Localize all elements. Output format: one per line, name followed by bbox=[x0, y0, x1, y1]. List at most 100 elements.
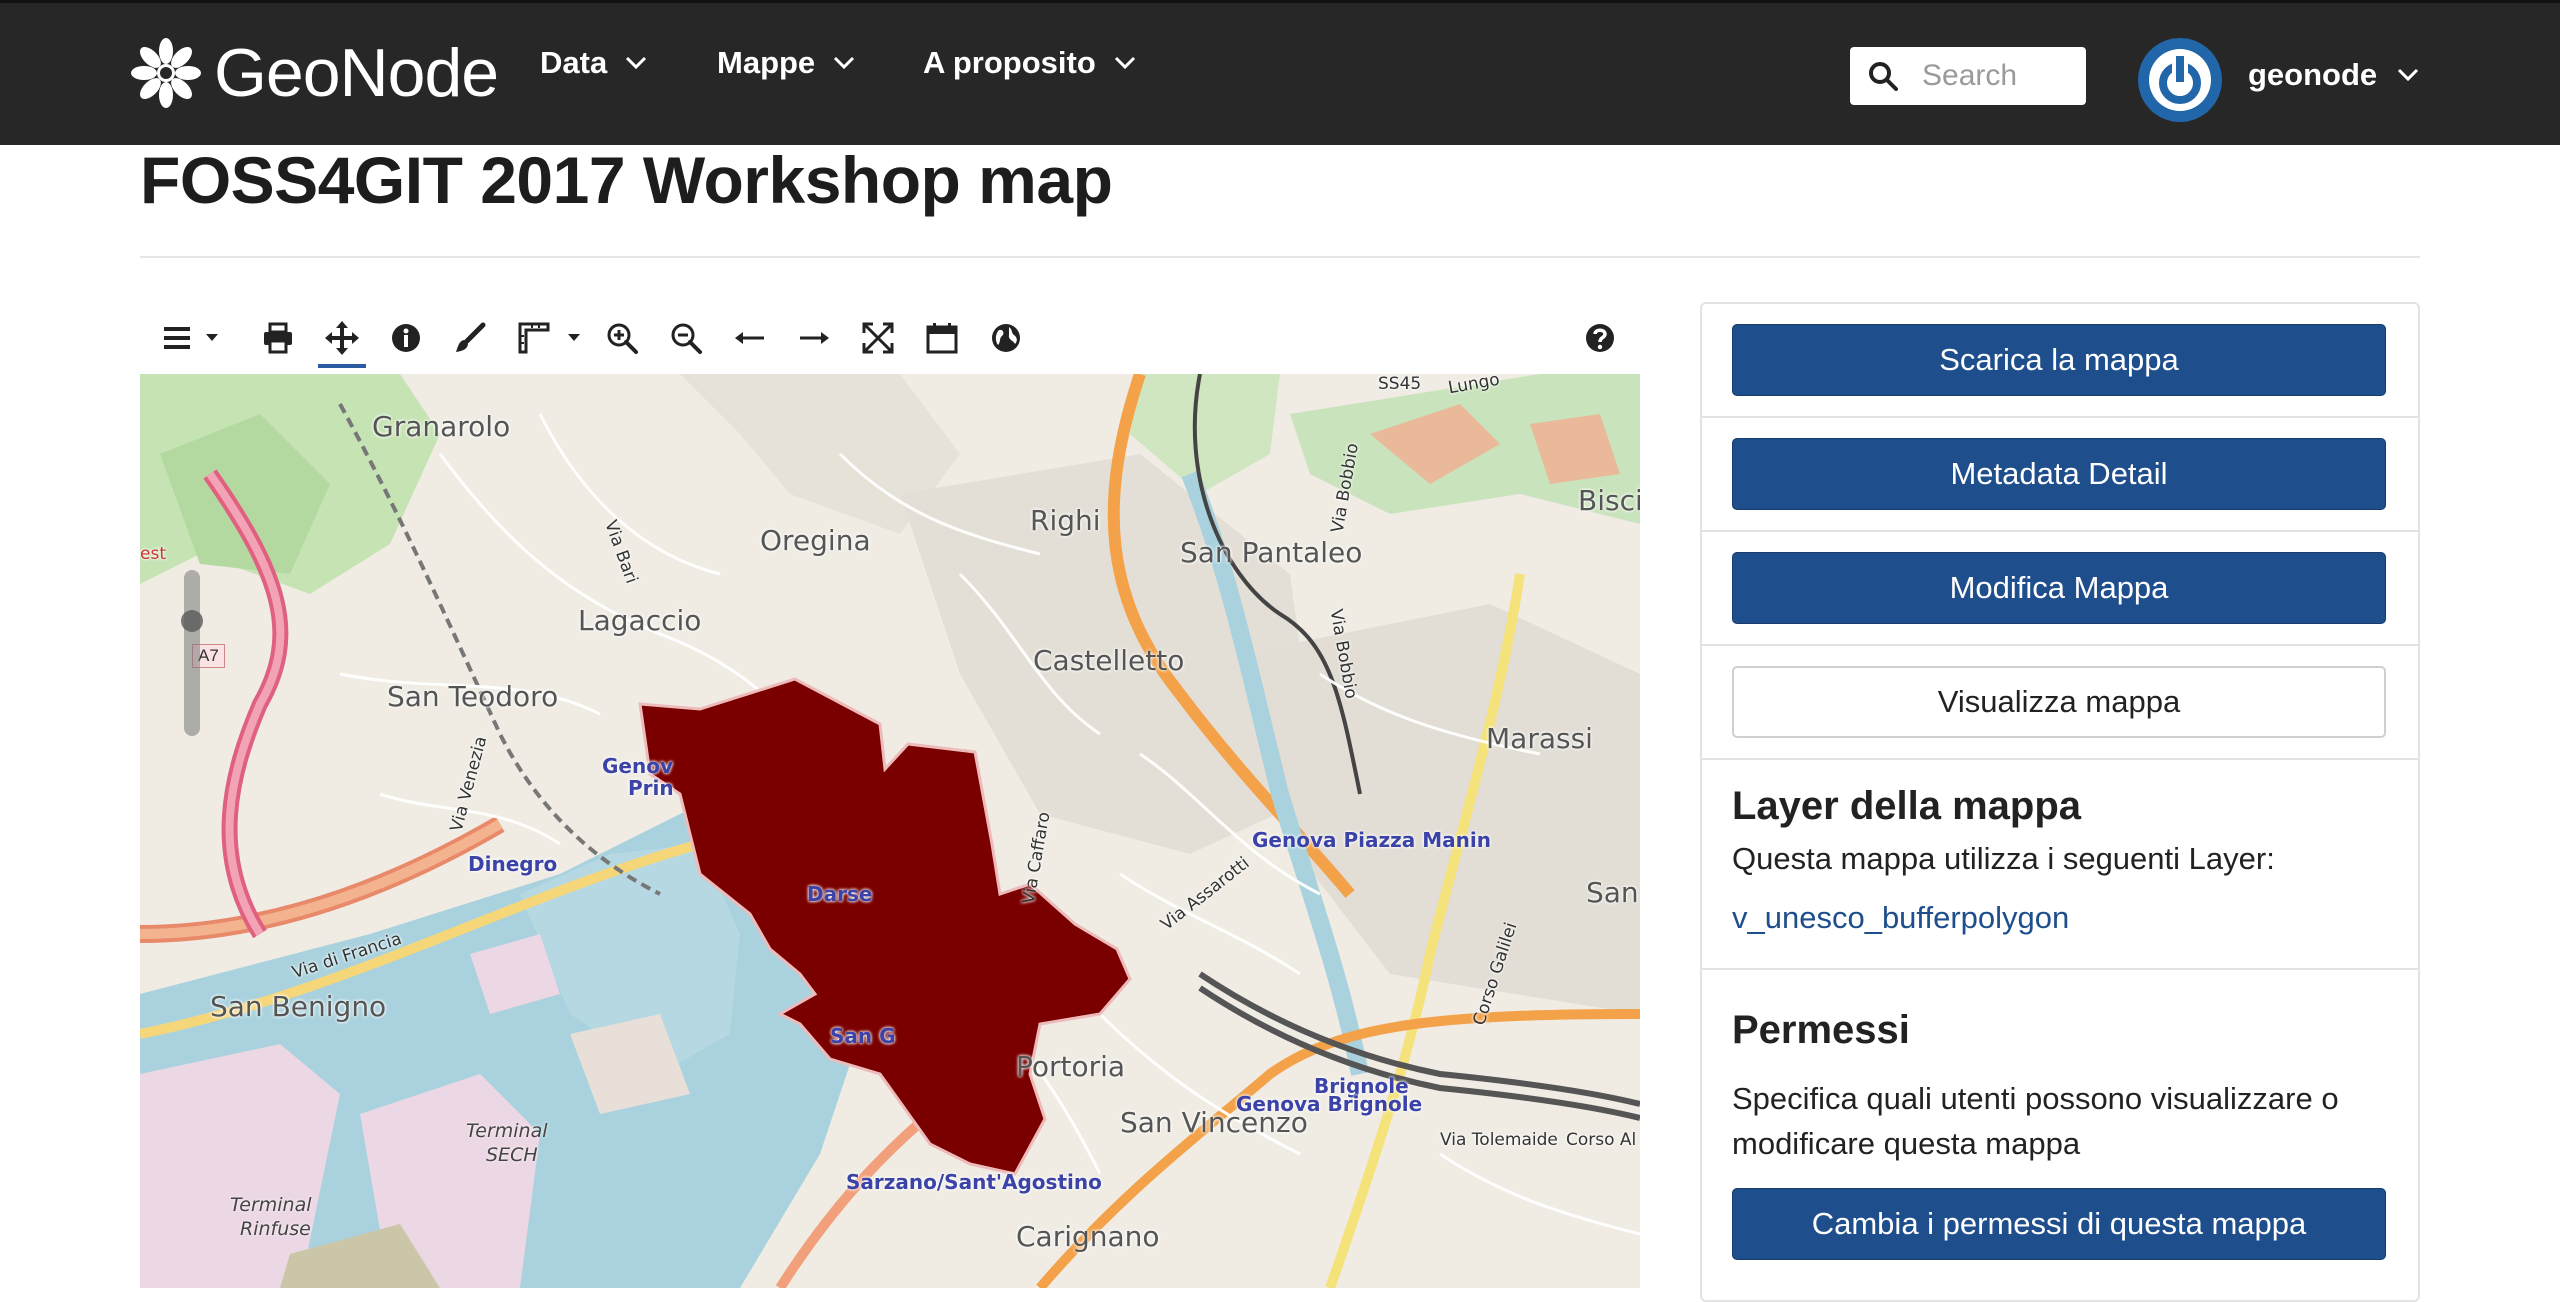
calendar-icon bbox=[926, 323, 958, 354]
map-label: San Vincenzo bbox=[1120, 1106, 1308, 1139]
zoom-slider[interactable] bbox=[181, 570, 203, 736]
nav-menu-a-proposito[interactable]: A proposito bbox=[923, 45, 1136, 81]
download-map-button[interactable]: Scarica la mappa bbox=[1732, 324, 2386, 396]
layers-section: Layer della mappa Questa mappa utilizza … bbox=[1702, 760, 2418, 970]
move-icon bbox=[325, 321, 359, 355]
map-actions-panel: Scarica la mappa Metadata Detail Modific… bbox=[1700, 302, 2420, 1302]
map-label: SS45 bbox=[1378, 374, 1422, 394]
globe-icon bbox=[992, 324, 1020, 352]
panel-row: Visualizza mappa bbox=[1702, 646, 2418, 760]
map-viewport[interactable]: Granarolo Oregina Righi San Pantaleo Bis… bbox=[140, 374, 1640, 1288]
ruler-icon bbox=[518, 322, 550, 354]
measure-button[interactable] bbox=[514, 310, 554, 366]
page-title: FOSS4GIT 2017 Workshop map bbox=[140, 143, 1113, 217]
panel-row: Metadata Detail bbox=[1702, 418, 2418, 532]
map-label: San Benigno bbox=[210, 990, 387, 1023]
permissions-heading: Permessi bbox=[1732, 1008, 1910, 1052]
panel-row: Scarica la mappa bbox=[1702, 304, 2418, 418]
user-avatar[interactable] bbox=[2138, 38, 2222, 122]
map-label: Terminal bbox=[230, 1194, 312, 1216]
zoom-out-icon bbox=[671, 323, 702, 354]
zoom-out-button[interactable] bbox=[666, 310, 706, 366]
top-navbar: GeoNode Data Mappe A proposito geonode bbox=[0, 0, 2560, 145]
map-label: SECH bbox=[486, 1144, 538, 1166]
map-label: Terminal bbox=[466, 1120, 548, 1142]
map-label: Lagaccio bbox=[578, 604, 702, 637]
view-map-button[interactable]: Visualizza mappa bbox=[1732, 666, 2386, 738]
map-label: Portoria bbox=[1016, 1050, 1126, 1083]
map-label: Corso Al bbox=[1566, 1130, 1637, 1150]
map-label: San Pantaleo bbox=[1180, 536, 1363, 569]
chevron-down-icon bbox=[2398, 68, 2419, 82]
edit-map-button[interactable]: Modifica Mappa bbox=[1732, 552, 2386, 624]
print-icon bbox=[264, 322, 292, 354]
permissions-section: Permessi Specifica quali utenti possono … bbox=[1702, 970, 2418, 1270]
nav-menu-label: A proposito bbox=[923, 45, 1096, 80]
chevron-down-icon bbox=[626, 56, 647, 70]
brush-icon bbox=[456, 322, 486, 352]
nav-menu-label: Data bbox=[540, 45, 608, 80]
map-label: Via Tolemaide bbox=[1440, 1130, 1558, 1150]
arrow-left-icon bbox=[735, 332, 764, 344]
question-icon bbox=[1586, 324, 1614, 352]
map-label: San G bbox=[830, 1024, 896, 1048]
panel-row: Modifica Mappa bbox=[1702, 532, 2418, 646]
map-label: Genov bbox=[602, 754, 673, 778]
map-label: Oregina bbox=[760, 524, 871, 557]
zoom-extent-button[interactable] bbox=[858, 310, 898, 366]
timeline-button[interactable] bbox=[922, 310, 962, 366]
history-back-button[interactable] bbox=[730, 310, 770, 366]
style-button[interactable] bbox=[450, 310, 490, 366]
title-divider bbox=[140, 256, 2420, 258]
print-button[interactable] bbox=[258, 310, 298, 366]
arrow-right-icon bbox=[800, 332, 829, 344]
nav-menu-label: Mappe bbox=[717, 45, 816, 80]
map-label: Bisci bbox=[1578, 484, 1640, 517]
menu-icon bbox=[164, 327, 190, 349]
map-toolbar bbox=[140, 310, 1640, 368]
pan-button[interactable] bbox=[318, 310, 366, 368]
map-label: Granarolo bbox=[372, 410, 511, 443]
map-label: San bbox=[1586, 876, 1639, 909]
help-button[interactable] bbox=[1580, 310, 1620, 366]
map-label: Marassi bbox=[1486, 722, 1593, 755]
map-label: Sarzano/Sant'Agostino bbox=[846, 1170, 1102, 1194]
zoom-in-icon bbox=[607, 323, 638, 354]
chevron-down-icon bbox=[834, 56, 855, 70]
map-label: Righi bbox=[1030, 504, 1101, 537]
layer-link[interactable]: v_unesco_bufferpolygon bbox=[1732, 900, 2069, 936]
layers-heading: Layer della mappa bbox=[1732, 784, 2082, 828]
nav-menu-mappe[interactable]: Mappe bbox=[717, 45, 855, 81]
history-forward-button[interactable] bbox=[794, 310, 834, 366]
brand-logo[interactable]: GeoNode bbox=[126, 31, 499, 115]
map-label: Genova Piazza Manin bbox=[1252, 828, 1491, 852]
globe-button[interactable] bbox=[986, 310, 1026, 366]
search-icon bbox=[1869, 62, 1898, 91]
nav-menu-data[interactable]: Data bbox=[540, 45, 647, 81]
map-label: Darse bbox=[807, 882, 873, 906]
geonode-flower-icon bbox=[131, 38, 201, 108]
caret-down-icon bbox=[568, 334, 580, 341]
permissions-description: Specifica quali utenti possono visualizz… bbox=[1732, 1081, 2339, 1161]
map-label: San Teodoro bbox=[387, 680, 559, 713]
map-label: Rinfuse bbox=[240, 1218, 311, 1240]
chevron-down-icon bbox=[1114, 56, 1135, 70]
map-label: Carignano bbox=[1016, 1220, 1160, 1253]
user-menu[interactable]: geonode bbox=[2248, 57, 2419, 93]
brand-name: GeoNode bbox=[214, 35, 499, 111]
info-icon bbox=[392, 324, 420, 352]
map-label: Castelletto bbox=[1033, 644, 1185, 677]
metadata-detail-button[interactable]: Metadata Detail bbox=[1732, 438, 2386, 510]
zoom-slider-handle[interactable] bbox=[181, 610, 203, 632]
map-label: Prin bbox=[628, 776, 674, 800]
map-label: est bbox=[140, 544, 166, 564]
identify-button[interactable] bbox=[386, 310, 426, 366]
zoom-in-button[interactable] bbox=[602, 310, 642, 366]
change-permissions-button[interactable]: Cambia i permessi di questa mappa bbox=[1732, 1188, 2386, 1260]
layers-menu-button[interactable] bbox=[158, 310, 198, 366]
search-input[interactable] bbox=[1920, 58, 2084, 94]
fullscreen-icon bbox=[862, 322, 894, 354]
caret-down-icon bbox=[206, 334, 218, 341]
layers-description: Questa mappa utilizza i seguenti Layer: bbox=[1732, 841, 2275, 876]
user-name: geonode bbox=[2248, 57, 2378, 92]
